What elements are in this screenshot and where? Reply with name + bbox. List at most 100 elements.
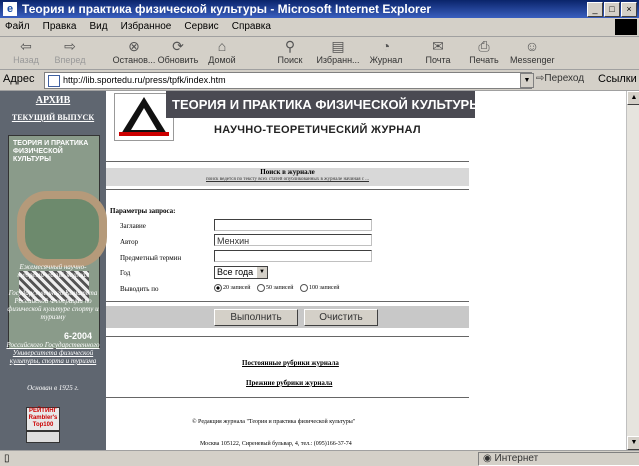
refresh-icon: ⟳ (172, 38, 184, 54)
counter-badge[interactable] (26, 431, 60, 443)
sidebar-founded: Основан в 1925 г. (27, 384, 79, 392)
menu-favorites[interactable]: Избранное (116, 18, 177, 36)
favorites-icon: ▤ (331, 38, 345, 54)
maximize-button[interactable]: □ (604, 2, 620, 17)
chevron-down-icon: ▼ (257, 267, 267, 278)
radio-selected-icon (214, 284, 222, 292)
page-icon (48, 74, 60, 87)
history-icon: ◔ (381, 38, 391, 54)
results-20-radio[interactable]: 20 записей (214, 284, 251, 292)
vertical-scrollbar[interactable]: ▲ ▼ (626, 91, 639, 450)
header-subtitle: НАУЧНО-ТЕОРЕТИЧЕСКИЙ ЖУРНАЛ (214, 124, 421, 136)
close-button[interactable]: × (621, 2, 637, 17)
divider (106, 189, 469, 190)
divider (106, 161, 469, 162)
globe-icon: ◉ (483, 453, 495, 464)
scroll-down-button[interactable]: ▼ (627, 436, 639, 450)
radio-icon (257, 284, 265, 292)
permanent-sections-link[interactable]: Постоянные рубрики журнала (242, 359, 339, 367)
menu-file[interactable]: Файл (0, 18, 35, 36)
radio-icon (300, 284, 308, 292)
refresh-button[interactable]: ⟳ Обновить (156, 38, 200, 68)
back-button[interactable]: ⇦ Назад (4, 38, 48, 68)
address-bar: Адрес http://lib.sportedu.ru/press/tpfk/… (0, 70, 639, 91)
security-zone: ◉ Интернет (478, 452, 639, 466)
address-url: http://lib.sportedu.ru/press/tpfk/index.… (63, 75, 226, 85)
sidebar-description: Ежемесячный научно-теоретический журнал (17, 263, 89, 279)
sidebar-archive-link[interactable]: АРХИВ (0, 95, 106, 106)
year-field-label: Год (120, 269, 131, 277)
messenger-button[interactable]: ☺ Messenger (510, 38, 555, 68)
search-button[interactable]: ⚲ Поиск (268, 38, 312, 68)
year-select[interactable]: Все года ▼ (214, 266, 268, 279)
print-button[interactable]: ⎙ Печать (462, 38, 506, 68)
title-bar: e Теория и практика физической культуры … (0, 0, 639, 18)
cover-title: ТЕОРИЯ И ПРАКТИКА ФИЗИЧЕСКОЙ КУЛЬТУРЫ (13, 140, 89, 163)
home-icon: ⌂ (217, 38, 227, 54)
forward-arrow-icon: ⇨ (64, 38, 76, 54)
rating-badge[interactable]: РЕЙТИНГ Rambler's Top100 (26, 407, 60, 431)
divider (106, 336, 469, 337)
sidebar-founder-2-link[interactable]: Российского Государственного Университет… (4, 341, 102, 365)
go-button[interactable]: ⇨Переход (536, 73, 584, 84)
author-input[interactable]: Менхин (214, 234, 372, 246)
results-100-radio[interactable]: 100 записей (300, 284, 340, 292)
title-input[interactable] (214, 219, 372, 231)
home-button[interactable]: ⌂ Домой (200, 38, 244, 68)
address-dropdown-button[interactable]: ▼ (520, 73, 534, 88)
menu-view[interactable]: Вид (85, 18, 113, 36)
windows-logo-icon (615, 19, 637, 35)
address-input[interactable]: http://lib.sportedu.ru/press/tpfk/index.… (44, 72, 532, 89)
page-status-icon: ▯ (4, 453, 10, 464)
page-viewport: АРХИВ ТЕКУЩИЙ ВЫПУСК ТЕОРИЯ И ПРАКТИКА Ф… (0, 91, 626, 450)
menu-help[interactable]: Справка (227, 18, 276, 36)
sidebar: АРХИВ ТЕКУЩИЙ ВЫПУСК ТЕОРИЯ И ПРАКТИКА Ф… (0, 91, 107, 450)
former-sections-link[interactable]: Прежние рубрики журнала (246, 379, 332, 387)
divider (106, 301, 469, 302)
title-field-label: Заглавие (120, 222, 146, 230)
main-content: ТЕОРИЯ И ПРАКТИКА ФИЗИЧЕСКОЙ КУЛЬТУРЫ НА… (106, 91, 626, 450)
triangle-logo-icon (119, 97, 169, 136)
mail-icon: ✉ (432, 38, 444, 54)
search-heading-box: Поиск в журнале поиск ведется по тексту … (106, 168, 469, 186)
subject-field-label: Предметный термин (120, 254, 182, 262)
messenger-icon: ☺ (524, 38, 540, 54)
history-button[interactable]: ◔ Журнал (364, 38, 408, 68)
footer-address: Москва 105122, Сиреневый бульвар, 4, тел… (200, 441, 352, 447)
clear-button[interactable]: Очистить (304, 309, 378, 326)
journal-logo (114, 93, 174, 141)
menu-edit[interactable]: Правка (38, 18, 82, 36)
header-title: ТЕОРИЯ И ПРАКТИКА ФИЗИЧЕСКОЙ КУЛЬТУРЫ (166, 91, 482, 118)
execute-button[interactable]: Выполнить (214, 309, 298, 326)
search-subtitle[interactable]: поиск ведется по тексту всех статей опуб… (106, 177, 469, 183)
menu-tools[interactable]: Сервис (179, 18, 223, 36)
search-icon: ⚲ (284, 38, 296, 54)
sidebar-founder-1: Государственного Комитета Российской Фед… (7, 289, 99, 321)
stop-icon: ⊗ (128, 38, 140, 54)
mail-button[interactable]: ✉ Почта (416, 38, 460, 68)
favorites-button[interactable]: ▤ Избранн... (316, 38, 360, 68)
results-per-page-label: Выводить по (120, 285, 159, 293)
footer-copyright: © Редакция журнала "Теория и практика фи… (192, 419, 356, 425)
scroll-up-button[interactable]: ▲ (627, 91, 639, 105)
results-per-page-group: 20 записей 50 записей 100 записей (214, 284, 345, 292)
sidebar-current-issue-link[interactable]: ТЕКУЩИЙ ВЫПУСК (0, 113, 106, 122)
back-arrow-icon: ⇦ (20, 38, 32, 54)
results-50-radio[interactable]: 50 записей (257, 284, 294, 292)
toolbar: ⇦ Назад ⇨ Вперед ⊗ Останов... ⟳ Обновить ⌂ До… (0, 37, 639, 70)
search-title: Поиск в журнале (260, 168, 315, 176)
author-field-label: Автор (120, 238, 139, 246)
stop-button[interactable]: ⊗ Останов... (112, 38, 156, 68)
address-label: Адрес (3, 73, 35, 85)
divider (106, 397, 469, 398)
forward-button[interactable]: ⇨ Вперед (48, 38, 92, 68)
menu-bar: Файл Правка Вид Избранное Сервис Справка (0, 18, 639, 37)
minimize-button[interactable]: _ (587, 2, 603, 17)
form-buttons-bar: Выполнить Очистить (106, 306, 469, 328)
params-title: Параметры запроса: (110, 207, 176, 215)
ie-logo-icon: e (3, 2, 17, 16)
status-bar: ▯ ◉ Интернет (0, 450, 639, 466)
links-button[interactable]: Ссылки (598, 73, 637, 85)
subject-input[interactable] (214, 250, 372, 262)
cover-track-graphic (17, 191, 107, 267)
